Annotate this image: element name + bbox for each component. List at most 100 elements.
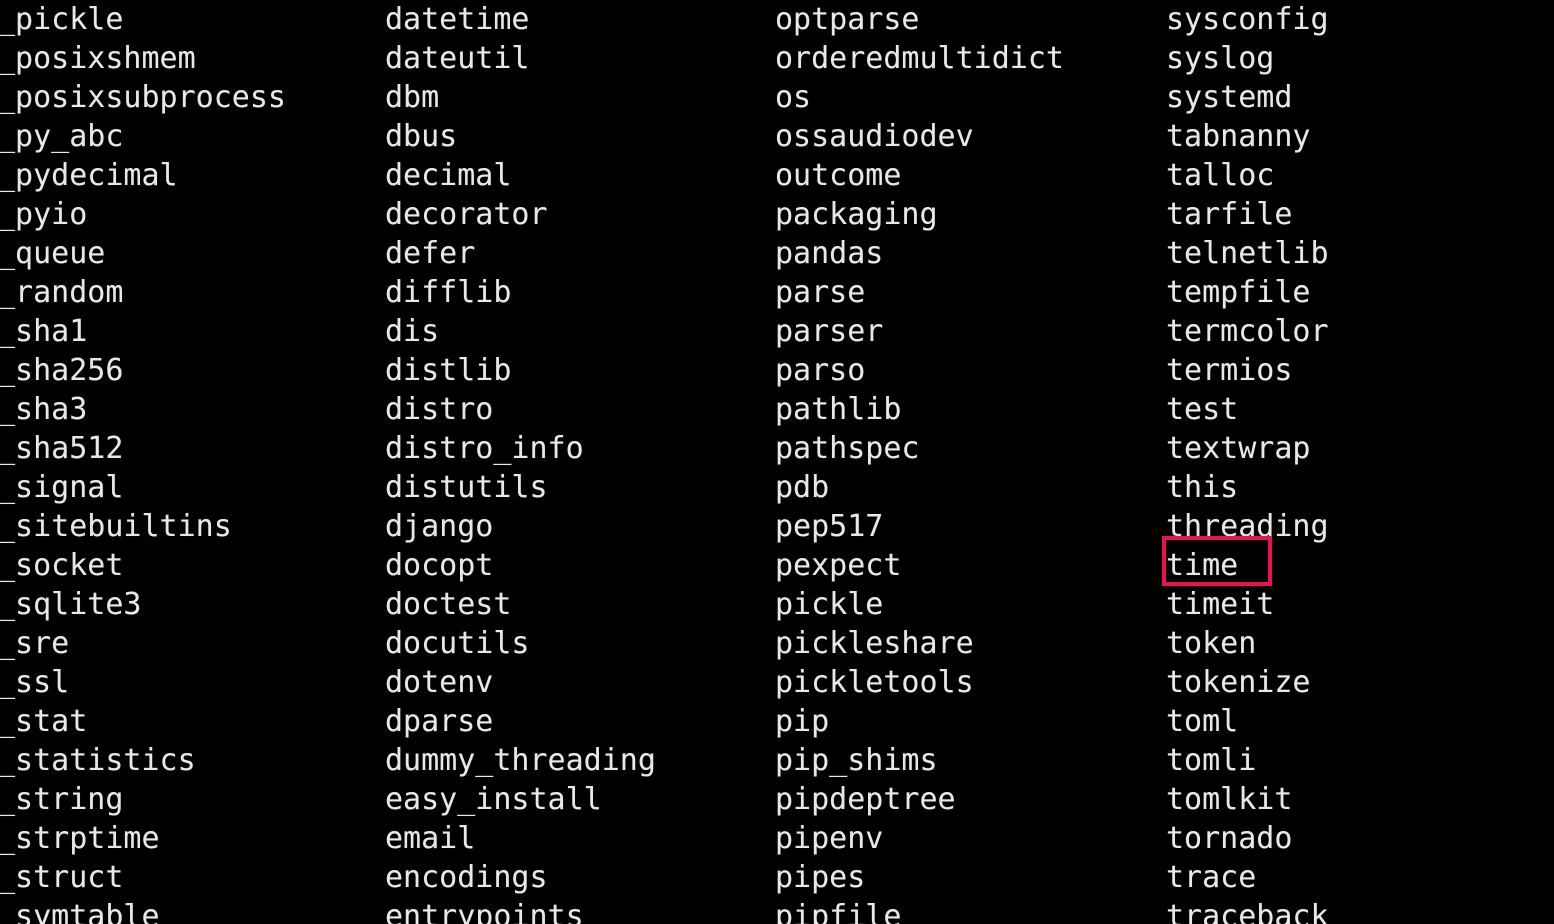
- module-name-item[interactable]: pipes: [775, 858, 865, 897]
- module-name-item[interactable]: docopt: [385, 546, 493, 585]
- module-name-item[interactable]: _strptime: [0, 819, 160, 858]
- module-name-item[interactable]: _sha256: [0, 351, 123, 390]
- module-name-item[interactable]: telnetlib: [1166, 234, 1329, 273]
- module-name-item[interactable]: pipenv: [775, 819, 883, 858]
- module-name-item[interactable]: _symtable: [0, 897, 160, 924]
- module-name-item[interactable]: docutils: [385, 624, 530, 663]
- module-name-item[interactable]: tomlkit: [1166, 780, 1292, 819]
- module-name-item[interactable]: tornado: [1166, 819, 1292, 858]
- module-name-item[interactable]: time: [1166, 546, 1238, 585]
- module-name-item[interactable]: _pyio: [0, 195, 87, 234]
- module-name-item[interactable]: _sha3: [0, 390, 87, 429]
- module-name-item[interactable]: timeit: [1166, 585, 1274, 624]
- module-name-item[interactable]: termcolor: [1166, 312, 1329, 351]
- module-name-item[interactable]: sysconfig: [1166, 0, 1329, 39]
- module-name-item[interactable]: pickle: [775, 585, 883, 624]
- module-name-item[interactable]: pathspec: [775, 429, 920, 468]
- module-name-item[interactable]: textwrap: [1166, 429, 1311, 468]
- module-name-item[interactable]: _queue: [0, 234, 105, 273]
- module-name-item[interactable]: parse: [775, 273, 865, 312]
- module-name-item[interactable]: _sitebuiltins: [0, 507, 232, 546]
- module-name-item[interactable]: doctest: [385, 585, 511, 624]
- module-name-item[interactable]: tokenize: [1166, 663, 1311, 702]
- module-name-item[interactable]: pip: [775, 702, 829, 741]
- module-name-item[interactable]: tabnanny: [1166, 117, 1311, 156]
- module-name-item[interactable]: pep517: [775, 507, 883, 546]
- module-name-item[interactable]: _pickle: [0, 0, 123, 39]
- module-name-item[interactable]: dparse: [385, 702, 493, 741]
- module-name-item[interactable]: _statistics: [0, 741, 196, 780]
- module-name-item[interactable]: packaging: [775, 195, 938, 234]
- module-name-item[interactable]: easy_install: [385, 780, 602, 819]
- module-name-item[interactable]: outcome: [775, 156, 901, 195]
- module-name-item[interactable]: os: [775, 78, 811, 117]
- module-name-item[interactable]: token: [1166, 624, 1256, 663]
- module-name-item[interactable]: this: [1166, 468, 1238, 507]
- module-name-item[interactable]: threading: [1166, 507, 1329, 546]
- module-name-item[interactable]: tarfile: [1166, 195, 1292, 234]
- module-name-item[interactable]: _signal: [0, 468, 123, 507]
- module-name-item[interactable]: dbm: [385, 78, 439, 117]
- module-name-item[interactable]: pip_shims: [775, 741, 938, 780]
- module-name-item[interactable]: tempfile: [1166, 273, 1311, 312]
- module-name-item[interactable]: ossaudiodev: [775, 117, 974, 156]
- module-row: _pydecimal decimal outcome talloc: [0, 156, 1554, 195]
- module-name-item[interactable]: trace: [1166, 858, 1256, 897]
- module-name-item[interactable]: _string: [0, 780, 123, 819]
- terminal-window[interactable]: _pickle datetime optparse sysconfig _posixsh…: [0, 0, 1554, 924]
- module-name-item[interactable]: pandas: [775, 234, 883, 273]
- module-name-item[interactable]: pathlib: [775, 390, 901, 429]
- module-name-item[interactable]: pipfile: [775, 897, 901, 924]
- module-name-item[interactable]: difflib: [385, 273, 511, 312]
- module-name-item[interactable]: dateutil: [385, 39, 530, 78]
- module-name-item[interactable]: _random: [0, 273, 123, 312]
- module-name-item[interactable]: decorator: [385, 195, 548, 234]
- module-name-item[interactable]: dotenv: [385, 663, 493, 702]
- module-name-item[interactable]: dis: [385, 312, 439, 351]
- module-name-item[interactable]: traceback: [1166, 897, 1329, 924]
- module-name-item[interactable]: _py_abc: [0, 117, 123, 156]
- module-name-item[interactable]: entrypoints: [385, 897, 584, 924]
- module-name-item[interactable]: test: [1166, 390, 1238, 429]
- module-name-item[interactable]: pipdeptree: [775, 780, 956, 819]
- module-name-item[interactable]: distlib: [385, 351, 511, 390]
- module-name-item[interactable]: encodings: [385, 858, 548, 897]
- module-name-item[interactable]: optparse: [775, 0, 920, 39]
- module-name-item[interactable]: _sha1: [0, 312, 87, 351]
- module-name-item[interactable]: _posixshmem: [0, 39, 196, 78]
- module-name-item[interactable]: toml: [1166, 702, 1238, 741]
- module-name-item[interactable]: pickletools: [775, 663, 974, 702]
- module-name-item[interactable]: _posixsubprocess: [0, 78, 286, 117]
- module-name-item[interactable]: dbus: [385, 117, 457, 156]
- module-name-item[interactable]: distutils: [385, 468, 548, 507]
- module-name-item[interactable]: django: [385, 507, 493, 546]
- module-name-item[interactable]: systemd: [1166, 78, 1292, 117]
- module-name-item[interactable]: pdb: [775, 468, 829, 507]
- module-name-item[interactable]: termios: [1166, 351, 1292, 390]
- module-name-item[interactable]: pexpect: [775, 546, 901, 585]
- module-name-item[interactable]: dummy_threading: [385, 741, 656, 780]
- module-name-item[interactable]: _sre: [0, 624, 69, 663]
- module-name-item[interactable]: syslog: [1166, 39, 1274, 78]
- module-name-item[interactable]: distro_info: [385, 429, 584, 468]
- module-name-item[interactable]: pickleshare: [775, 624, 974, 663]
- module-name-item[interactable]: _struct: [0, 858, 123, 897]
- module-name-item[interactable]: defer: [385, 234, 475, 273]
- module-name-item[interactable]: _sha512: [0, 429, 123, 468]
- module-name-item[interactable]: tomli: [1166, 741, 1256, 780]
- module-name-item[interactable]: parso: [775, 351, 865, 390]
- module-name-item[interactable]: distro: [385, 390, 493, 429]
- module-name-item[interactable]: _ssl: [0, 663, 69, 702]
- module-completion-grid: _pickle datetime optparse sysconfig _posixsh…: [0, 0, 1554, 924]
- module-name-item[interactable]: _sqlite3: [0, 585, 142, 624]
- module-name-item[interactable]: parser: [775, 312, 883, 351]
- module-row: _ssl dotenv pickletools tokenize: [0, 663, 1554, 702]
- module-name-item[interactable]: email: [385, 819, 475, 858]
- module-name-item[interactable]: _stat: [0, 702, 87, 741]
- module-name-item[interactable]: _pydecimal: [0, 156, 178, 195]
- module-name-item[interactable]: datetime: [385, 0, 530, 39]
- module-name-item[interactable]: decimal: [385, 156, 511, 195]
- module-name-item[interactable]: _socket: [0, 546, 123, 585]
- module-name-item[interactable]: orderedmultidict: [775, 39, 1064, 78]
- module-name-item[interactable]: talloc: [1166, 156, 1274, 195]
